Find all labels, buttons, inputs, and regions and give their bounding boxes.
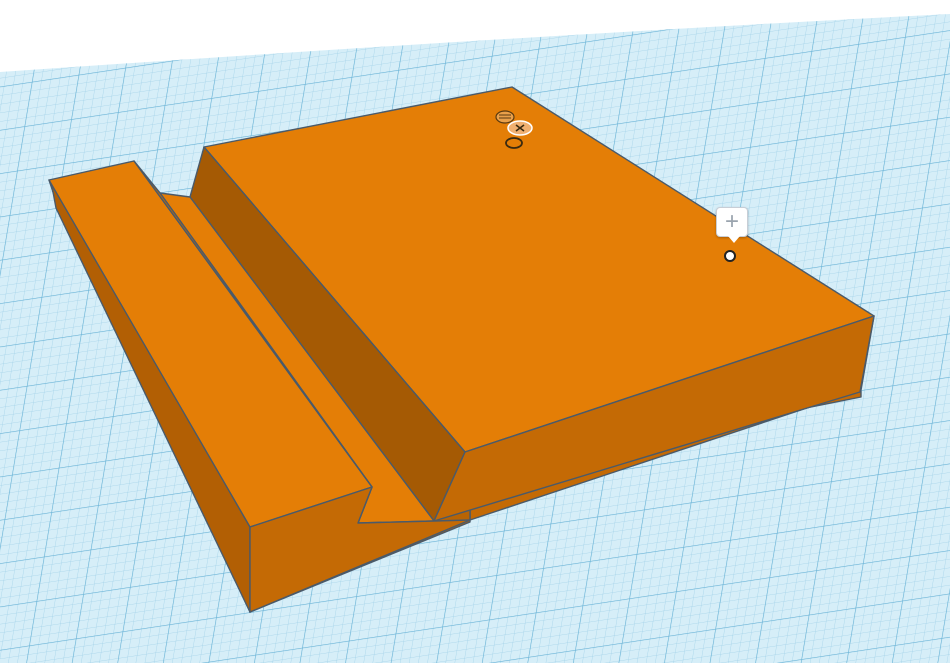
plus-icon: + [724, 208, 739, 235]
close-icon[interactable] [507, 120, 533, 136]
workplane-scene[interactable] [0, 0, 950, 663]
add-point-button[interactable]: + [716, 207, 748, 243]
3d-viewport[interactable]: + [0, 0, 950, 663]
ruler-icon[interactable] [495, 110, 515, 124]
circle-icon[interactable] [724, 250, 736, 262]
